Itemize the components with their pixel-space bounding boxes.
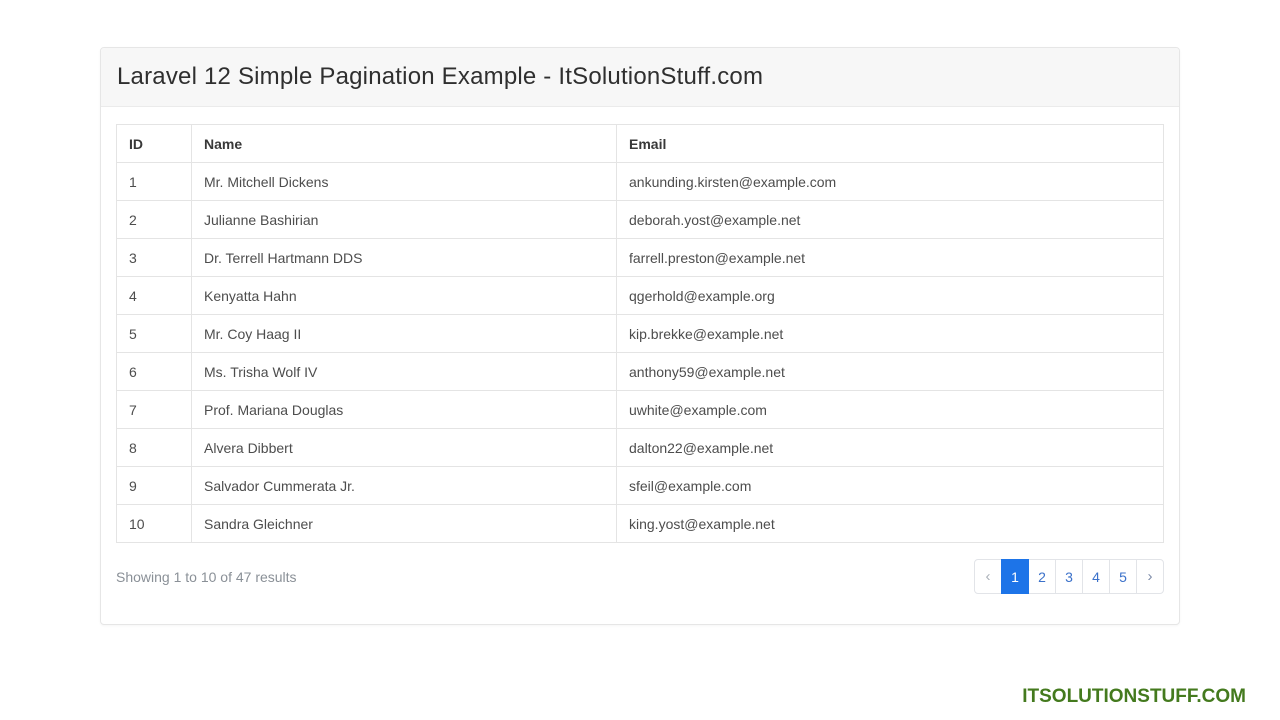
table-row: 2Julianne Bashiriandeborah.yost@example.… bbox=[117, 201, 1164, 239]
cell-name: Dr. Terrell Hartmann DDS bbox=[192, 239, 617, 277]
cell-name: Salvador Cummerata Jr. bbox=[192, 467, 617, 505]
table-row: 4Kenyatta Hahnqgerhold@example.org bbox=[117, 277, 1164, 315]
cell-name: Sandra Gleichner bbox=[192, 505, 617, 543]
page-title: Laravel 12 Simple Pagination Example - I… bbox=[117, 63, 1163, 91]
table-header: ID Name Email bbox=[117, 125, 1164, 163]
cell-email: king.yost@example.net bbox=[617, 505, 1164, 543]
table-body: 1Mr. Mitchell Dickensankunding.kirsten@e… bbox=[117, 163, 1164, 543]
pagination-page-1[interactable]: 1 bbox=[1001, 559, 1029, 594]
cell-name: Ms. Trisha Wolf IV bbox=[192, 353, 617, 391]
site-watermark: ITSOLUTIONSTUFF.COM bbox=[1022, 686, 1246, 708]
pagination-page-2[interactable]: 2 bbox=[1028, 559, 1056, 594]
pagination-page-5[interactable]: 5 bbox=[1109, 559, 1137, 594]
table-row: 5Mr. Coy Haag IIkip.brekke@example.net bbox=[117, 315, 1164, 353]
cell-id: 9 bbox=[117, 467, 192, 505]
pagination-next-icon[interactable]: › bbox=[1136, 559, 1164, 594]
cell-email: dalton22@example.net bbox=[617, 429, 1164, 467]
table-row: 8Alvera Dibbertdalton22@example.net bbox=[117, 429, 1164, 467]
cell-id: 6 bbox=[117, 353, 192, 391]
column-header-id: ID bbox=[117, 125, 192, 163]
table-row: 9Salvador Cummerata Jr.sfeil@example.com bbox=[117, 467, 1164, 505]
cell-email: deborah.yost@example.net bbox=[617, 201, 1164, 239]
cell-name: Mr. Mitchell Dickens bbox=[192, 163, 617, 201]
cell-id: 3 bbox=[117, 239, 192, 277]
table-row: 7Prof. Mariana Douglasuwhite@example.com bbox=[117, 391, 1164, 429]
users-table: ID Name Email 1Mr. Mitchell Dickensankun… bbox=[116, 124, 1164, 543]
column-header-email: Email bbox=[617, 125, 1164, 163]
cell-name: Kenyatta Hahn bbox=[192, 277, 617, 315]
cell-id: 10 bbox=[117, 505, 192, 543]
pagination-prev-icon: ‹ bbox=[974, 559, 1002, 594]
table-row: 10Sandra Gleichnerking.yost@example.net bbox=[117, 505, 1164, 543]
pagination: ‹12345› bbox=[974, 559, 1164, 594]
results-summary: Showing 1 to 10 of 47 results bbox=[116, 569, 297, 585]
cell-id: 2 bbox=[117, 201, 192, 239]
table-footer: Showing 1 to 10 of 47 results ‹12345› bbox=[116, 559, 1164, 594]
cell-email: farrell.preston@example.net bbox=[617, 239, 1164, 277]
column-header-name: Name bbox=[192, 125, 617, 163]
cell-name: Julianne Bashirian bbox=[192, 201, 617, 239]
cell-id: 4 bbox=[117, 277, 192, 315]
table-header-row: ID Name Email bbox=[117, 125, 1164, 163]
cell-email: uwhite@example.com bbox=[617, 391, 1164, 429]
cell-id: 1 bbox=[117, 163, 192, 201]
table-row: 3Dr. Terrell Hartmann DDSfarrell.preston… bbox=[117, 239, 1164, 277]
cell-id: 8 bbox=[117, 429, 192, 467]
cell-id: 5 bbox=[117, 315, 192, 353]
card-body: ID Name Email 1Mr. Mitchell Dickensankun… bbox=[101, 107, 1179, 624]
cell-name: Alvera Dibbert bbox=[192, 429, 617, 467]
cell-email: sfeil@example.com bbox=[617, 467, 1164, 505]
cell-email: kip.brekke@example.net bbox=[617, 315, 1164, 353]
cell-email: qgerhold@example.org bbox=[617, 277, 1164, 315]
cell-email: ankunding.kirsten@example.com bbox=[617, 163, 1164, 201]
content-card: Laravel 12 Simple Pagination Example - I… bbox=[100, 47, 1180, 625]
card-header: Laravel 12 Simple Pagination Example - I… bbox=[101, 48, 1179, 107]
cell-name: Mr. Coy Haag II bbox=[192, 315, 617, 353]
cell-email: anthony59@example.net bbox=[617, 353, 1164, 391]
table-row: 1Mr. Mitchell Dickensankunding.kirsten@e… bbox=[117, 163, 1164, 201]
cell-id: 7 bbox=[117, 391, 192, 429]
pagination-page-3[interactable]: 3 bbox=[1055, 559, 1083, 594]
pagination-page-4[interactable]: 4 bbox=[1082, 559, 1110, 594]
cell-name: Prof. Mariana Douglas bbox=[192, 391, 617, 429]
table-row: 6Ms. Trisha Wolf IVanthony59@example.net bbox=[117, 353, 1164, 391]
